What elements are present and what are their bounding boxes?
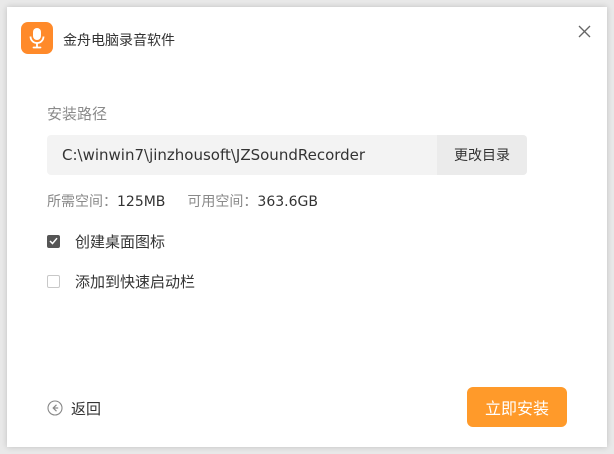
disk-space-info: 所需空间：125MB 可用空间：363.6GB xyxy=(47,191,318,211)
desktop-icon-checkbox[interactable] xyxy=(47,234,60,248)
quick-launch-checkbox[interactable] xyxy=(47,274,60,288)
back-label: 返回 xyxy=(71,399,102,418)
available-space-value: 363.6GB xyxy=(257,194,318,210)
back-button[interactable]: 返回 xyxy=(47,397,101,419)
close-button[interactable] xyxy=(574,21,594,41)
required-space-label: 所需空间： xyxy=(47,194,117,210)
installer-window: 金舟电脑录音软件 安装路径 更改目录 所需空间：125MB 可用空间：363.6G… xyxy=(7,7,607,447)
required-space-value: 125MB xyxy=(117,194,166,210)
install-path-field: 更改目录 xyxy=(47,135,527,175)
install-now-button[interactable]: 立即安装 xyxy=(467,387,567,427)
microphone-icon xyxy=(21,22,53,54)
quick-launch-option[interactable]: 添加到快速启动栏 xyxy=(47,271,195,291)
change-directory-button[interactable]: 更改目录 xyxy=(437,135,527,175)
app-title: 金舟电脑录音软件 xyxy=(63,33,175,49)
check-icon xyxy=(49,237,58,245)
available-space-label: 可用空间： xyxy=(187,194,258,210)
back-arrow-icon xyxy=(47,400,63,416)
close-icon xyxy=(578,25,590,37)
quick-launch-option-label: 添加到快速启动栏 xyxy=(75,272,196,291)
desktop-icon-option-label: 创建桌面图标 xyxy=(75,232,166,251)
install-path-label: 安装路径 xyxy=(47,105,108,123)
desktop-icon-option[interactable]: 创建桌面图标 xyxy=(47,231,165,251)
title-bar: 金舟电脑录音软件 xyxy=(7,7,607,67)
install-path-input[interactable] xyxy=(47,135,437,175)
